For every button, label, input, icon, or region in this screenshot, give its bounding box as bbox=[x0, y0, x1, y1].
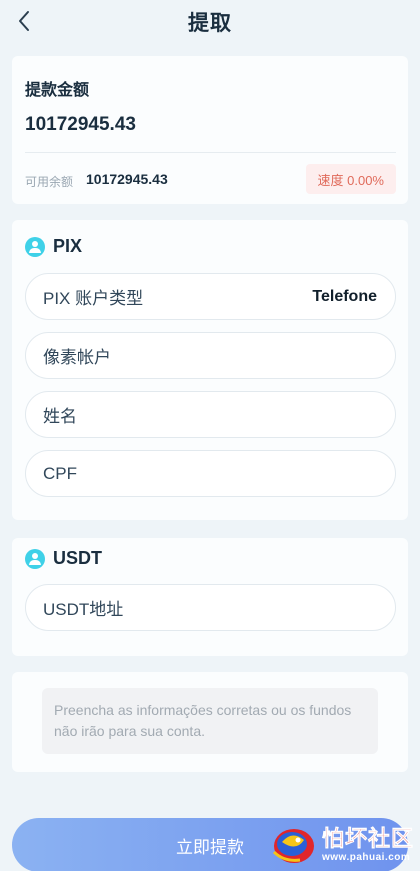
pix-account-type-select[interactable]: PIX 账户类型 Telefone bbox=[25, 273, 396, 320]
cpf-input[interactable]: CPF bbox=[25, 450, 396, 497]
available-balance-label: 可用余额 bbox=[25, 175, 74, 189]
rate-badge: 速度 0.00% bbox=[305, 164, 396, 194]
notice-text: Preencha as informações corretas ou os f… bbox=[42, 688, 378, 754]
usdt-address-input[interactable]: USDT地址 bbox=[25, 584, 396, 631]
withdraw-now-label: 立即提款 bbox=[176, 837, 244, 857]
user-icon bbox=[25, 236, 45, 257]
pixel-account-placeholder: 像素帐户 bbox=[43, 348, 111, 367]
pix-account-type-value: Telefone bbox=[312, 287, 377, 305]
usdt-card: USDT USDT地址 bbox=[12, 538, 408, 656]
user-icon bbox=[25, 548, 45, 569]
watermark-logo-icon bbox=[272, 829, 314, 863]
back-arrow-icon[interactable] bbox=[14, 8, 38, 34]
pixel-account-input[interactable]: 像素帐户 bbox=[25, 332, 396, 379]
pix-card: PIX PIX 账户类型 Telefone 像素帐户 姓名 CPF bbox=[12, 220, 408, 520]
amount-value[interactable]: 10172945.43 bbox=[25, 114, 136, 136]
usdt-address-placeholder: USDT地址 bbox=[43, 600, 124, 619]
pix-section-header: PIX bbox=[25, 236, 82, 257]
pix-title: PIX bbox=[53, 236, 83, 256]
usdt-title: USDT bbox=[53, 548, 102, 568]
pix-account-type-label: PIX 账户类型 bbox=[43, 289, 144, 308]
amount-label: 提款金额 bbox=[25, 82, 90, 99]
name-input[interactable]: 姓名 bbox=[25, 391, 396, 438]
watermark-url: www.pahuai.com bbox=[321, 852, 411, 863]
withdraw-amount-card: 提款金额 10172945.43 可用余额 10172945.43 速度 0.0… bbox=[12, 56, 408, 204]
notice-card: Preencha as informações corretas ou os f… bbox=[12, 672, 408, 772]
top-bar: 提取 bbox=[0, 0, 420, 44]
usdt-section-header: USDT bbox=[25, 548, 102, 569]
cpf-placeholder: CPF bbox=[43, 463, 77, 483]
page-title: 提取 bbox=[188, 12, 232, 35]
name-placeholder: 姓名 bbox=[43, 407, 77, 426]
watermark-title: 怕坏社区 bbox=[321, 826, 414, 852]
available-balance-value: 10172945.43 bbox=[86, 171, 168, 187]
watermark: 怕坏社区 www.pahuai.com bbox=[268, 822, 414, 868]
divider bbox=[25, 152, 396, 153]
